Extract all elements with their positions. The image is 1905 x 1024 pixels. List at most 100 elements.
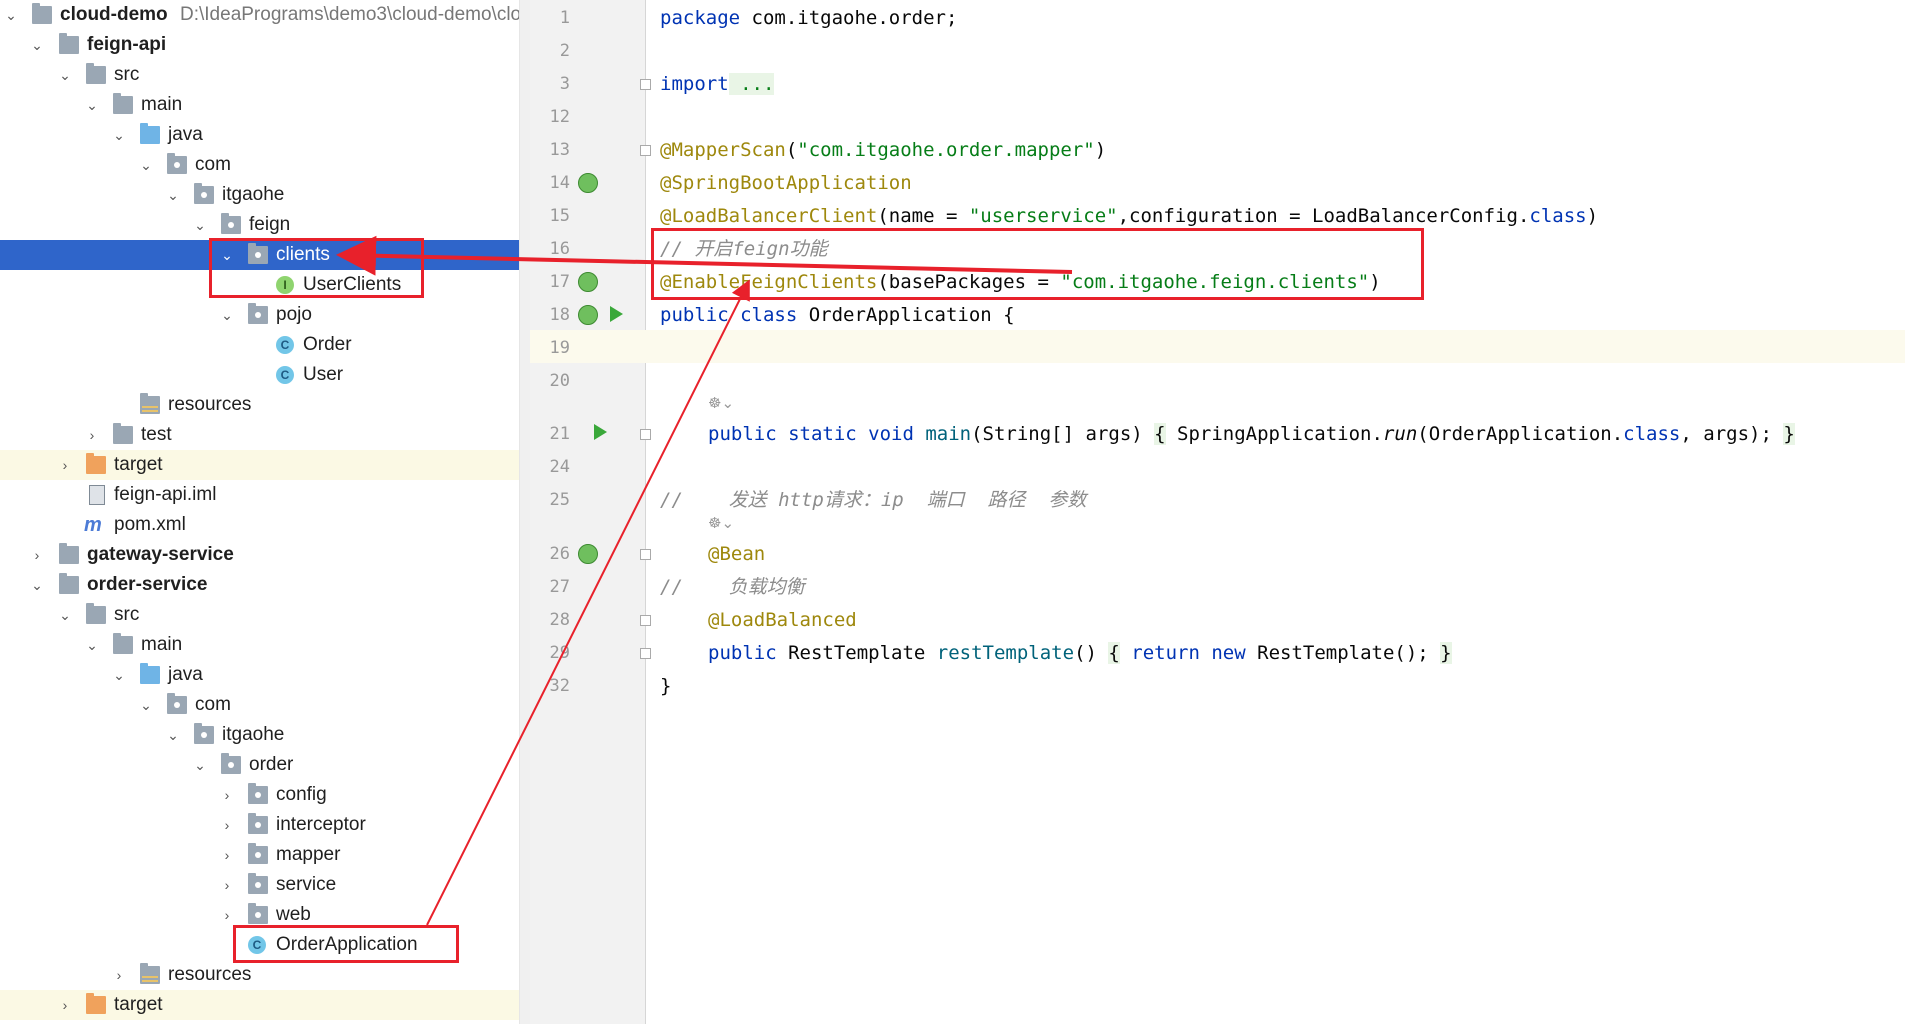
keyword: package [660,7,741,29]
chevron-down-icon[interactable]: ⌄ [193,750,207,780]
annotation: @SpringBootApplication [660,172,912,194]
tree-scrollbar[interactable] [519,0,530,1024]
folded-imports[interactable]: ... [728,73,775,95]
tree-row-target[interactable]: › target [0,990,520,1020]
chevron-right-icon[interactable]: › [220,870,234,900]
tree-row-itgaohe[interactable]: ⌄ itgaohe [0,720,520,750]
fold-icon[interactable] [640,79,651,90]
tree-row-main[interactable]: ⌄ main [0,90,520,120]
fold-icon[interactable] [640,615,651,626]
tree-row-gateway-service[interactable]: › gateway-service [0,540,520,570]
excluded-folder-icon [86,453,106,474]
tree-row-main[interactable]: ⌄ main [0,630,520,660]
fold-brace[interactable]: { [1154,423,1166,445]
chevron-down-icon[interactable]: ⌄ [58,600,72,630]
tree-row-service[interactable]: › service [0,870,520,900]
tree-row-itgaohe[interactable]: ⌄ itgaohe [0,180,520,210]
tree-label: main [141,94,183,115]
chevron-right-icon[interactable]: › [220,900,234,930]
chevron-right-icon[interactable]: › [85,420,99,450]
package-icon [248,303,268,324]
module-folder-icon [32,3,52,24]
code-line-29: public RestTemplate restTemplate() { ret… [708,637,1452,670]
tree-label: feign [249,214,291,235]
tree-row-mapper[interactable]: › mapper [0,840,520,870]
tree-label: com [195,154,231,175]
fold-icon[interactable] [640,549,651,560]
inlay-hint[interactable]: ☸⌄ [708,394,734,412]
tree-row-resources[interactable]: › resources [0,960,520,990]
bean-icon[interactable] [578,272,598,292]
fold-brace[interactable]: } [1440,642,1452,664]
tree-row-java[interactable]: ⌄ java [0,660,520,690]
fold-brace[interactable]: } [1783,423,1795,445]
chevron-down-icon[interactable]: ⌄ [112,120,126,150]
method-name: restTemplate [936,642,1075,664]
chevron-right-icon[interactable]: › [220,780,234,810]
chevron-down-icon[interactable]: ⌄ [193,210,207,240]
chevron-right-icon[interactable]: › [58,450,72,480]
tree-row-com[interactable]: ⌄ com [0,690,520,720]
tree-row-feign[interactable]: ⌄ feign [0,210,520,240]
tree-row-test[interactable]: › test [0,420,520,450]
tree-row-user-class[interactable]: C User [0,360,520,390]
tree-row-cloud-demo[interactable]: ⌄ cloud-demo D:\IdeaPrograms\demo3\cloud-… [0,0,521,30]
chevron-down-icon[interactable]: ⌄ [58,60,72,90]
code-line-26: @Bean [708,543,766,565]
chevron-down-icon[interactable]: ⌄ [30,30,44,60]
inlay-hint[interactable]: ☸⌄ [708,514,734,532]
tree-row-java[interactable]: ⌄ java [0,120,520,150]
tree-label: interceptor [276,814,366,835]
tree-row-config[interactable]: › config [0,780,520,810]
iml-file-icon [89,485,105,505]
fold-icon[interactable] [640,145,651,156]
run-icon[interactable] [594,424,607,440]
bean-icon[interactable] [578,544,598,564]
annotation: @LoadBalancerClient [660,205,878,227]
tree-row-order-class[interactable]: C Order [0,330,520,360]
tree-row-pom-xml[interactable]: m pom.xml [0,510,520,540]
tree-row-feign-api[interactable]: ⌄ feign-api [0,30,520,60]
tree-label: feign-api.iml [114,484,217,505]
chevron-down-icon[interactable]: ⌄ [4,0,18,30]
line-number: 16 [549,239,570,259]
tree-label: pojo [276,304,312,325]
tree-label: resources [168,394,252,415]
tree-row-src[interactable]: ⌄ src [0,600,520,630]
chevron-down-icon[interactable]: ⌄ [139,690,153,720]
fold-brace[interactable]: { [1108,642,1120,664]
run-icon[interactable] [610,306,623,322]
tree-row-resources[interactable]: resources [0,390,520,420]
chevron-down-icon[interactable]: ⌄ [30,570,44,600]
code-text: (String[] args) [971,423,1155,445]
tree-row-order[interactable]: ⌄ order [0,750,520,780]
tree-row-order-service[interactable]: ⌄ order-service [0,570,520,600]
chevron-right-icon[interactable]: › [30,540,44,570]
tree-label: target [114,994,163,1015]
chevron-right-icon[interactable]: › [220,840,234,870]
chevron-right-icon[interactable]: › [220,810,234,840]
tree-row-interceptor[interactable]: › interceptor [0,810,520,840]
package-icon [248,843,268,864]
chevron-down-icon[interactable]: ⌄ [139,150,153,180]
tree-row-target[interactable]: › target [0,450,520,480]
fold-icon[interactable] [640,429,651,440]
chevron-down-icon[interactable]: ⌄ [112,660,126,690]
line-number: 19 [549,338,570,358]
chevron-right-icon[interactable]: › [112,960,126,990]
chevron-down-icon[interactable]: ⌄ [220,300,234,330]
tree-row-feign-api-iml[interactable]: feign-api.iml [0,480,520,510]
tree-row-src[interactable]: ⌄ src [0,60,520,90]
tree-row-com[interactable]: ⌄ com [0,150,520,180]
bean-icon[interactable] [578,305,598,325]
chevron-down-icon[interactable]: ⌄ [85,90,99,120]
chevron-down-icon[interactable]: ⌄ [166,180,180,210]
tree-row-pojo[interactable]: ⌄ pojo [0,300,520,330]
chevron-down-icon[interactable]: ⌄ [166,720,180,750]
bean-icon[interactable] [578,173,598,193]
tree-label: feign-api [87,34,167,55]
project-tree-panel: ⌄ cloud-demo D:\IdeaPrograms\demo3\cloud-… [0,0,530,1024]
chevron-right-icon[interactable]: › [58,990,72,1020]
fold-icon[interactable] [640,648,651,659]
chevron-down-icon[interactable]: ⌄ [85,630,99,660]
